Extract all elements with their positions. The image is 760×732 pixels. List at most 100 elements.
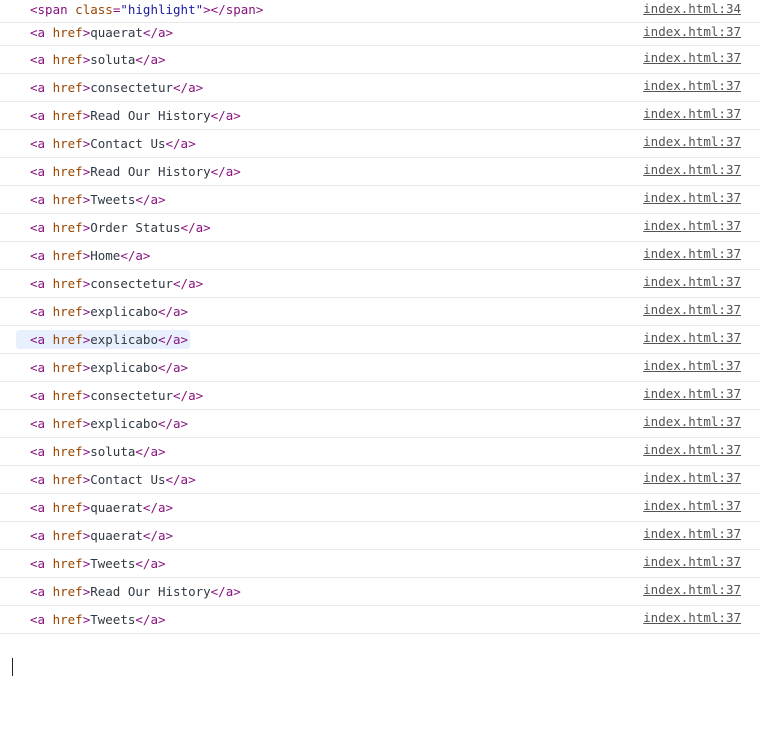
source-link[interactable]: index.html:37 [643, 412, 741, 431]
console-message-element[interactable]: <a href>Contact Us</a> [16, 470, 198, 489]
console-message-row[interactable]: <a href>explicabo</a> index.html:37 [0, 410, 760, 438]
source-link[interactable]: index.html:37 [643, 300, 741, 319]
console-message-element[interactable]: <a href>quaerat</a> [16, 498, 175, 517]
console-message-row[interactable]: <a href>explicabo</a> index.html:37 [0, 354, 760, 382]
attribute-name: href [52, 164, 83, 179]
console-message-element[interactable]: <a href>Read Our History</a> [16, 162, 243, 181]
source-link[interactable]: index.html:37 [643, 552, 741, 571]
source-link[interactable]: index.html:37 [643, 356, 741, 375]
console-message-row[interactable]: <a href>quaerat</a> index.html:37 [0, 522, 760, 550]
source-link[interactable]: index.html:37 [643, 272, 741, 291]
source-link[interactable]: index.html:37 [643, 440, 741, 459]
tag-open: <a [30, 220, 46, 235]
console-message-element[interactable]: <a href>explicabo</a> [16, 414, 190, 433]
source-link[interactable]: index.html:37 [643, 608, 741, 627]
console-message-element[interactable]: <a href>Order Status</a> [16, 218, 213, 237]
source-link[interactable]: index.html:37 [643, 244, 741, 263]
link-text: soluta [90, 52, 136, 67]
console-message-element[interactable]: <a href>Tweets</a> [16, 554, 168, 573]
console-log: <span class="highlight"></span> index.ht… [0, 0, 760, 676]
link-text: explicabo [90, 360, 158, 375]
console-message-row[interactable]: <a href>Read Our History</a> index.html:3… [0, 102, 760, 130]
source-link[interactable]: index.html:37 [643, 580, 741, 599]
console-message-element[interactable]: <a href>consectetur</a> [16, 386, 205, 405]
console-message-element[interactable]: <a href>Contact Us</a> [16, 134, 198, 153]
console-message-element[interactable]: <a href>consectetur</a> [16, 274, 205, 293]
console-message-element[interactable]: <a href>consectetur</a> [16, 78, 205, 97]
console-message-element[interactable]: <a href>Home</a> [16, 246, 152, 265]
console-message-element[interactable]: <a href>Tweets</a> [16, 190, 168, 209]
console-prompt-caret[interactable] [12, 658, 13, 676]
attribute-name: href [52, 52, 83, 67]
tag-close: </a> [173, 276, 204, 291]
console-message-element[interactable]: <a href>explicabo</a> [16, 302, 190, 321]
attribute-name: href [52, 416, 83, 431]
source-link[interactable]: index.html:37 [643, 216, 741, 235]
console-message-row[interactable]: <a href>soluta</a> index.html:37 [0, 46, 760, 74]
tag-open: <a [30, 500, 46, 515]
console-message-row[interactable]: <a href>Tweets</a> index.html:37 [0, 186, 760, 214]
console-message-element[interactable]: <a href>soluta</a> [16, 442, 168, 461]
console-message-element[interactable]: <a href>soluta</a> [16, 50, 168, 69]
attribute-name: href [52, 584, 83, 599]
source-link[interactable]: index.html:37 [643, 104, 741, 123]
source-link[interactable]: index.html:37 [643, 22, 741, 41]
source-link[interactable]: index.html:37 [643, 328, 741, 347]
source-link[interactable]: index.html:37 [643, 188, 741, 207]
console-message-row[interactable]: <a href>Contact Us</a> index.html:37 [0, 130, 760, 158]
tag-close: </a> [210, 108, 241, 123]
attribute-name: class [75, 2, 113, 17]
console-message-element[interactable]: <a href>Read Our History</a> [16, 582, 243, 601]
console-message-element[interactable]: <a href>quaerat</a> [16, 526, 175, 545]
attribute-name: href [52, 332, 83, 347]
source-link[interactable]: index.html:37 [643, 76, 741, 95]
console-message-row[interactable]: <a href>Contact Us</a> index.html:37 [0, 466, 760, 494]
source-link[interactable]: index.html:37 [643, 48, 741, 67]
tag-open: <a [30, 80, 46, 95]
source-link[interactable]: index.html:37 [643, 384, 741, 403]
source-link[interactable]: index.html:37 [643, 132, 741, 151]
console-message-row[interactable]: <a href>explicabo</a> index.html:37 [0, 326, 760, 354]
console-message-row[interactable]: <a href>explicabo</a> index.html:37 [0, 298, 760, 326]
console-message-element[interactable]: <a href>explicabo</a> [16, 358, 190, 377]
console-message-row[interactable]: <a href>Tweets</a> index.html:37 [0, 606, 760, 634]
console-message-row[interactable]: <a href>consectetur</a> index.html:37 [0, 74, 760, 102]
console-message-row[interactable]: <a href>consectetur</a> index.html:37 [0, 270, 760, 298]
console-message-element[interactable]: <a href>Read Our History</a> [16, 106, 243, 125]
tag-open: <a [30, 556, 46, 571]
tag-open: <a [30, 276, 46, 291]
console-message-row[interactable]: <a href>Read Our History</a> index.html:3… [0, 158, 760, 186]
source-link[interactable]: index.html:37 [643, 496, 741, 515]
tag-open: <a [30, 360, 46, 375]
console-message-row[interactable]: <a href>Order Status</a> index.html:37 [0, 214, 760, 242]
attribute-name: href [52, 304, 83, 319]
tag-open: <a [30, 332, 46, 347]
tag-open: <a [30, 528, 46, 543]
link-text: explicabo [90, 304, 158, 319]
source-link[interactable]: index.html:37 [643, 468, 741, 487]
link-text: soluta [90, 444, 136, 459]
console-message-element[interactable]: <a href>explicabo</a> [16, 330, 191, 349]
console-message-row[interactable]: <a href>quaerat</a> index.html:37 [0, 494, 760, 522]
console-message-row[interactable]: <span class="highlight"></span> index.ht… [0, 0, 760, 23]
tag-close: </span> [210, 2, 264, 17]
attribute-name: href [52, 528, 83, 543]
source-link[interactable]: index.html:34 [643, 0, 741, 18]
console-message-element[interactable]: <a href>Tweets</a> [16, 610, 168, 629]
console-message-row[interactable]: <a href>soluta</a> index.html:37 [0, 438, 760, 466]
tag-close: </a> [157, 416, 189, 431]
console-message-row[interactable]: <a href>Tweets</a> index.html:37 [0, 550, 760, 578]
tag-close: </a> [135, 556, 166, 571]
console-message-row[interactable]: <a href>consectetur</a> index.html:37 [0, 382, 760, 410]
source-link[interactable]: index.html:37 [643, 524, 741, 543]
console-message-element[interactable]: <a href>quaerat</a> [16, 23, 175, 42]
console-message-row[interactable]: <a href>Home</a> index.html:37 [0, 242, 760, 270]
console-message-row[interactable]: <a href>quaerat</a> index.html:37 [0, 23, 760, 46]
console-message-element[interactable]: <span class="highlight"></span> [16, 0, 265, 19]
source-link[interactable]: index.html:37 [643, 160, 741, 179]
tag-open: <span [30, 2, 68, 17]
tag-close: </a> [135, 192, 166, 207]
console-message-row[interactable]: <a href>Read Our History</a> index.html:3… [0, 578, 760, 606]
link-text: Home [90, 248, 121, 263]
tag-close: </a> [165, 472, 196, 487]
